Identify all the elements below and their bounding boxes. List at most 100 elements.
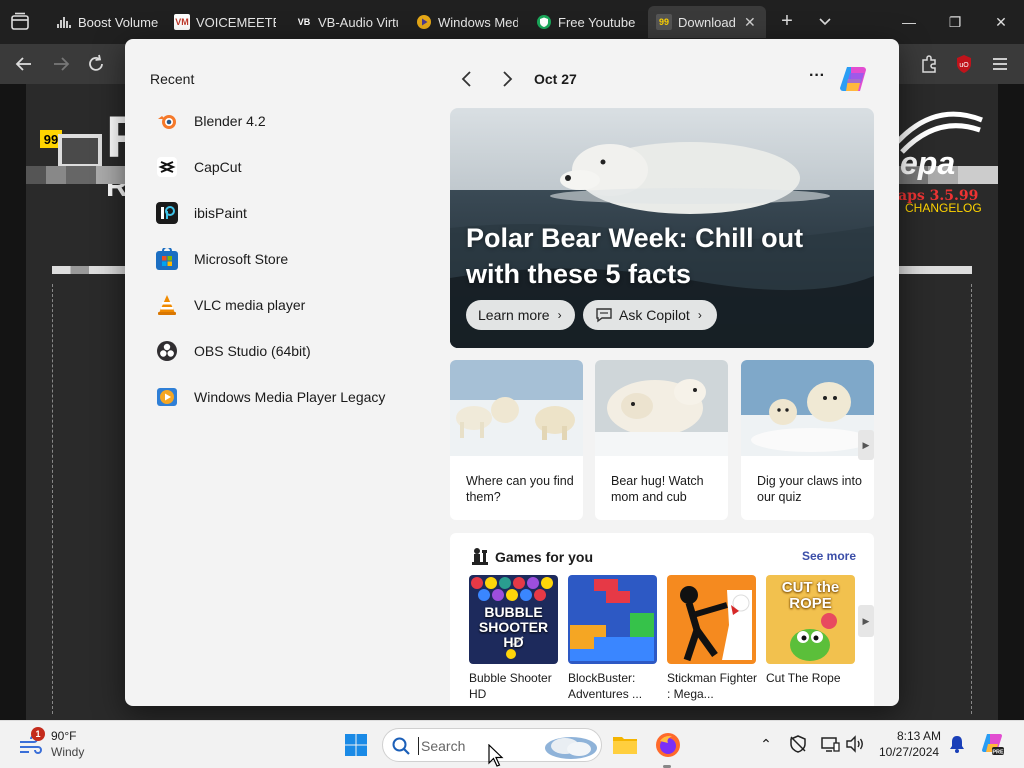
- recent-item-capcut[interactable]: CapCut: [155, 149, 241, 185]
- news-card-title: Where can you find them?: [466, 474, 574, 504]
- reload-icon[interactable]: [84, 52, 108, 76]
- tab-voicemeeter[interactable]: VM VOICEMEETER: [166, 6, 284, 38]
- close-window-button[interactable]: ✕: [986, 8, 1016, 36]
- svg-text:PRE: PRE: [992, 750, 1004, 756]
- clock-time[interactable]: 8:13 AM: [897, 729, 941, 743]
- next-day-button[interactable]: [495, 67, 519, 91]
- game-tile-blockbuster[interactable]: [568, 575, 657, 664]
- back-arrow-icon[interactable]: [12, 52, 36, 76]
- more-options-button[interactable]: ···: [805, 67, 829, 91]
- game-tile-text: CUT the ROPE: [781, 579, 840, 612]
- news-card[interactable]: Where can you find them?: [450, 360, 583, 520]
- recent-item-label: CapCut: [194, 159, 242, 175]
- notification-bell-icon[interactable]: [947, 734, 967, 754]
- new-tab-button[interactable]: +: [776, 10, 798, 32]
- shield-icon: [536, 14, 552, 30]
- close-tab-icon[interactable]: ✕: [744, 14, 756, 31]
- recent-item-vlc[interactable]: VLC media player: [155, 287, 305, 323]
- mouse-cursor-icon: [488, 744, 504, 767]
- windows-start-icon[interactable]: [344, 733, 368, 757]
- game-tile-cut-the-rope[interactable]: CUT the ROPE: [766, 575, 855, 664]
- ibispaint-icon: [155, 201, 179, 225]
- recent-item-label: VLC media player: [194, 297, 306, 313]
- see-more-link[interactable]: See more: [802, 549, 856, 563]
- page-stripe: [26, 166, 126, 184]
- blockbuster-art: [568, 575, 657, 664]
- menu-icon[interactable]: [988, 52, 1012, 76]
- capcut-icon: [155, 155, 179, 179]
- news-card-title: Bear hug! Watch mom and cub: [611, 474, 704, 504]
- wmp-icon: [155, 385, 179, 409]
- cards-scroll-right-button[interactable]: ▶: [858, 430, 874, 460]
- extensions-icon[interactable]: [917, 52, 941, 76]
- site-favicon: 99: [656, 14, 672, 30]
- tab-overview-icon[interactable]: [8, 10, 32, 34]
- copilot-pre-icon[interactable]: PRE: [980, 732, 1004, 756]
- learn-more-button[interactable]: Learn more ›: [466, 300, 575, 330]
- tab-download-active[interactable]: 99 Download F ✕: [648, 6, 766, 38]
- previous-day-button[interactable]: [455, 67, 479, 91]
- recent-item-blender[interactable]: Blender 4.2: [155, 103, 266, 139]
- vb-audio-icon: VB: [297, 17, 311, 27]
- game-tile-bubble-shooter[interactable]: BUBBLE SHOOTER HD: [469, 575, 558, 664]
- chevron-down-icon[interactable]: [815, 12, 835, 32]
- game-name: Stickman Fighter : Mega...: [667, 671, 758, 701]
- restore-button[interactable]: ❐: [940, 8, 970, 36]
- volume-icon[interactable]: [845, 734, 865, 754]
- recent-heading: Recent: [150, 71, 195, 87]
- stickman-art: [667, 575, 756, 664]
- chat-bubble-icon: [596, 308, 612, 323]
- vpn-shield-icon[interactable]: [788, 734, 808, 754]
- network-icon[interactable]: [820, 734, 840, 754]
- ask-copilot-button[interactable]: Ask Copilot ›: [583, 300, 717, 330]
- voicemeeter-icon: VM: [174, 14, 190, 30]
- news-card[interactable]: Bear hug! Watch mom and cub: [595, 360, 728, 520]
- weather-condition[interactable]: Windy: [51, 745, 84, 759]
- news-card[interactable]: Dig your claws into our quiz: [741, 360, 874, 520]
- firefox-icon[interactable]: [654, 731, 682, 759]
- game-tile-stickman[interactable]: [667, 575, 756, 664]
- tab-label: Free Youtube V: [558, 14, 638, 30]
- tab-label: Download F: [678, 14, 738, 30]
- recent-item-label: Windows Media Player Legacy: [194, 389, 386, 405]
- recent-item-wmp-legacy[interactable]: Windows Media Player Legacy: [155, 379, 385, 415]
- copilot-icon[interactable]: [837, 63, 869, 95]
- recent-item-label: Microsoft Store: [194, 251, 289, 267]
- tab-vb-audio[interactable]: VB VB-Audio Virtu: [288, 6, 406, 38]
- browser-tab-bar: Boost Volume VM VOICEMEETER VB VB-Audio …: [0, 0, 1024, 44]
- recent-item-microsoft-store[interactable]: Microsoft Store: [155, 241, 288, 277]
- search-input[interactable]: [418, 737, 538, 755]
- minimize-button[interactable]: —: [894, 8, 924, 36]
- weather-temperature[interactable]: 90°F: [51, 729, 76, 743]
- store-icon: [155, 247, 179, 271]
- tab-boost-volume[interactable]: Boost Volume: [48, 6, 166, 38]
- tab-free-youtube[interactable]: Free Youtube V: [528, 6, 646, 38]
- games-heading: Games for you: [495, 549, 594, 565]
- tab-windows-media[interactable]: Windows Medi: [408, 6, 526, 38]
- tab-label: VB-Audio Virtu: [318, 14, 398, 30]
- widgets-panel: Recent Blender 4.2 CapCut ibisPaint Micr…: [125, 39, 899, 706]
- games-scroll-right-button[interactable]: ▶: [858, 605, 874, 637]
- taskbar: 1 90°F Windy ⌃ 8:13 AM 10/27/2024 PRE: [0, 720, 1024, 768]
- learn-more-label: Learn more: [478, 307, 550, 323]
- chevron-right-icon: ›: [557, 308, 562, 322]
- chevron-up-icon[interactable]: ⌃: [756, 734, 776, 754]
- hero-news-card[interactable]: Polar Bear Week: Chill out with these 5 …: [450, 108, 874, 348]
- game-name: BlockBuster: Adventures ...: [568, 671, 643, 701]
- recent-item-ibispaint[interactable]: ibisPaint: [155, 195, 247, 231]
- changelog-link[interactable]: CHANGELOG: [905, 201, 982, 215]
- file-explorer-icon[interactable]: [611, 731, 639, 759]
- svg-text:uO: uO: [959, 62, 969, 69]
- blender-icon: [155, 109, 179, 133]
- tab-label: Windows Medi: [438, 14, 518, 30]
- forward-arrow-icon[interactable]: [49, 52, 73, 76]
- wmp-icon: [416, 14, 432, 30]
- vlc-icon: [155, 293, 179, 317]
- games-widget: Games for you See more BUBBLE SHOOTER HD: [450, 533, 874, 706]
- ublock-icon[interactable]: uO: [952, 52, 976, 76]
- recent-item-obs[interactable]: OBS Studio (64bit): [155, 333, 311, 369]
- game-name: Cut The Rope: [766, 671, 841, 685]
- game-tile-text: BUBBLE SHOOTER HD: [478, 604, 549, 650]
- clock-date[interactable]: 10/27/2024: [879, 745, 939, 759]
- tab-label: Boost Volume: [78, 14, 158, 30]
